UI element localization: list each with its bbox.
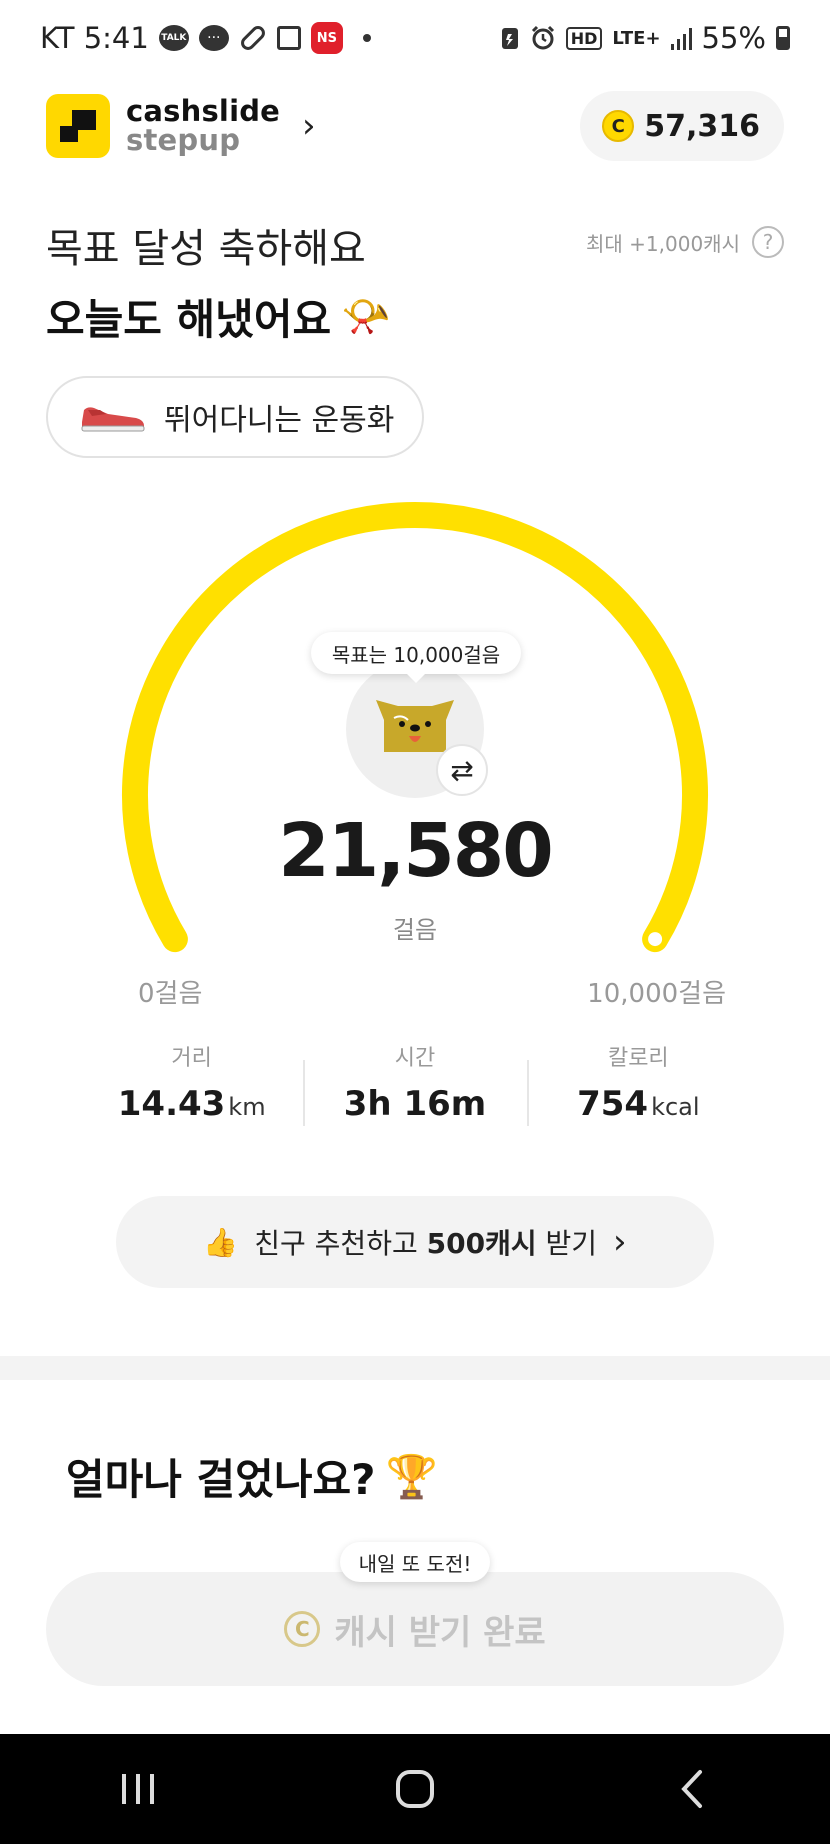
item-name: 뛰어다니는 운동화 <box>164 403 395 438</box>
stat-distance: 거리 14.43 km <box>80 1040 303 1130</box>
claim-label: 캐시 받기 완료 <box>334 1612 546 1653</box>
item-selector-button[interactable]: 뛰어다니는 운동화 <box>46 376 424 458</box>
app-grid-icon <box>276 26 301 50</box>
ns-app-icon: NS <box>310 22 343 54</box>
thumbs-up-icon: 👍 <box>203 1225 239 1259</box>
goal-bubble: 목표는 10,000걸음 <box>311 632 521 683</box>
stat-calories: 칼로리 754 kcal <box>526 1040 750 1130</box>
activity-stats: 거리 14.43 km 시간 3h 16m 칼로리 754 kcal <box>80 1040 750 1130</box>
stat-label: 시간 <box>394 1046 436 1071</box>
stat-unit: km <box>228 1093 266 1121</box>
brand-line2: stepup <box>126 123 241 157</box>
gauge-min-label: 0걸음 <box>138 979 203 1009</box>
referral-button[interactable]: 👍 친구 추천하고 500캐시 받기 › <box>116 1196 714 1288</box>
back-icon <box>680 1770 702 1808</box>
stat-value-wrap: 754 kcal <box>527 1084 750 1124</box>
referral-amount: 500캐시 <box>426 1227 537 1260</box>
stat-label: 칼로리 <box>607 1046 669 1071</box>
party-horn-icon: 📯 <box>341 294 391 340</box>
system-nav-bar <box>0 1734 830 1844</box>
page-title-text: 오늘도 해냈어요 <box>46 295 332 344</box>
stat-value: 754 <box>577 1084 649 1124</box>
pill-icon <box>237 23 268 53</box>
brand-link[interactable]: cashslide stepup › <box>46 94 316 158</box>
swap-character-button[interactable]: ⇄ <box>436 744 488 796</box>
alarm-icon <box>530 25 556 51</box>
message-icon: ··· <box>198 25 229 51</box>
trophy-icon: 🏆 <box>385 1451 438 1501</box>
section-title-text: 얼마나 걸었나요? <box>66 1455 376 1504</box>
battery-percent: 55% <box>701 21 766 55</box>
signal-icon <box>670 26 692 50</box>
swap-icon: ⇄ <box>450 753 474 787</box>
hd-voice-icon: HD <box>565 26 603 50</box>
referral-suffix: 받기 <box>536 1227 598 1260</box>
help-icon[interactable]: ? <box>752 226 784 258</box>
stat-value-wrap: 14.43 km <box>80 1084 303 1124</box>
referral-text: 친구 추천하고 500캐시 받기 <box>254 1222 597 1262</box>
sneaker-icon <box>81 407 145 432</box>
cashslide-logo-icon <box>46 94 110 158</box>
max-reward-text: 최대 +1,000캐시 <box>586 231 740 256</box>
claim-cash-button[interactable]: C 캐시 받기 완료 <box>46 1572 784 1686</box>
gauge-max-label: 10,000걸음 <box>587 979 726 1009</box>
stat-label: 거리 <box>171 1046 212 1071</box>
cash-medal-icon: C <box>284 1611 321 1647</box>
stat-value-wrap: 3h 16m <box>303 1084 526 1124</box>
chevron-right-icon: › <box>613 1222 627 1262</box>
back-button[interactable] <box>662 1759 722 1819</box>
brand-line1: cashslide <box>126 94 281 128</box>
section-divider <box>0 1356 830 1380</box>
home-icon <box>395 1770 434 1808</box>
recent-apps-icon <box>122 1774 155 1804</box>
battery-icon <box>776 26 790 50</box>
brand-name: cashslide stepup <box>126 97 280 155</box>
recent-apps-button[interactable] <box>108 1759 168 1819</box>
step-count: 21,580 <box>278 808 554 894</box>
dog-character-icon <box>376 700 454 752</box>
referral-prefix: 친구 추천하고 <box>254 1227 427 1260</box>
stat-value: 14.43 <box>117 1084 226 1124</box>
step-unit: 걸음 <box>392 916 438 944</box>
network-type: LTE+ <box>612 27 661 49</box>
stat-unit: kcal <box>651 1093 700 1121</box>
kakaotalk-icon: TALK <box>158 25 189 51</box>
app-header: cashslide stepup › C 57,316 <box>46 90 784 162</box>
status-bar: KT 5:41 TALK ··· NS HD LTE+ 55% <box>0 0 830 76</box>
coin-icon: C <box>602 110 635 142</box>
battery-saver-icon <box>500 25 520 51</box>
max-reward-info: 최대 +1,000캐시 ? <box>586 226 784 258</box>
home-button[interactable] <box>385 1759 445 1819</box>
retry-tooltip: 내일 또 도전! <box>340 1542 490 1582</box>
chevron-right-icon: › <box>302 106 316 146</box>
page-subtitle: 목표 달성 축하해요 <box>46 226 366 272</box>
more-dot-icon <box>362 34 371 42</box>
cash-balance: 57,316 <box>644 108 760 144</box>
stat-value: 3h 16m <box>343 1084 487 1124</box>
cash-balance-button[interactable]: C 57,316 <box>580 91 784 161</box>
carrier-time: KT 5:41 <box>40 21 149 55</box>
page-title: 오늘도 해냈어요 📯 <box>46 286 391 347</box>
section-title: 얼마나 걸었나요? 🏆 <box>66 1446 438 1507</box>
stat-time: 시간 3h 16m <box>303 1040 526 1130</box>
